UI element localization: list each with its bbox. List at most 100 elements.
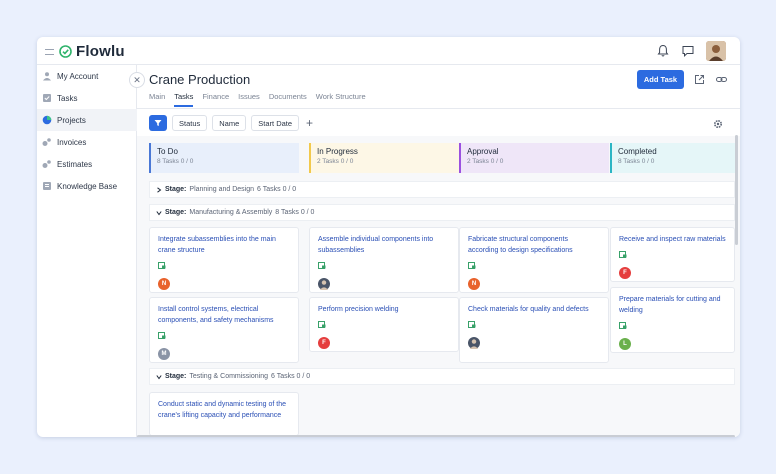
task-card[interactable]: Prepare materials for cutting and weldin… [610,287,735,353]
tabs-divider [137,108,740,109]
assignee-avatar[interactable] [318,278,330,290]
task-title[interactable]: Perform precision welding [318,304,450,315]
link-icon[interactable] [715,73,728,86]
page-title: Crane Production [149,72,251,87]
column-meta: 8 Tasks 0 / 0 [618,158,655,165]
sidebar-item-label: Tasks [57,93,78,103]
assignee-avatar[interactable]: M [158,348,170,360]
add-filter-button[interactable]: + [306,116,313,130]
user-icon [43,72,51,81]
sidebar-item-invoices[interactable]: Invoices [37,131,137,153]
column-header-completed: Completed 8 Tasks 0 / 0 [610,143,735,173]
knowledge-icon [43,182,51,190]
sidebar-item-label: Knowledge Base [57,181,118,191]
horizontal-scrollbar[interactable] [137,435,735,437]
filter-bar: Status Name Start Date + [149,115,313,131]
task-card[interactable]: Assemble individual components into suba… [309,227,459,293]
sidebar-item-estimates[interactable]: Estimates [37,153,137,175]
tab-bar: Main Tasks Finance Issues Documents Work… [149,92,375,107]
sidebar-item-label: Projects [57,115,86,125]
document-icon [158,262,166,269]
filter-button[interactable] [149,115,167,131]
task-card[interactable]: Conduct static and dynamic testing of th… [149,392,299,436]
column-name: Approval [467,147,499,156]
user-avatar[interactable] [706,41,726,61]
document-icon [158,332,166,339]
add-task-button[interactable]: Add Task [637,70,684,89]
document-icon [318,321,326,328]
document-icon [619,251,627,258]
app-window: Flowlu My Account Tasks Projects Invoice… [37,37,740,437]
stage-header-manufacturing[interactable]: Stage: Manufacturing & Assembly 8 Tasks … [149,204,735,221]
task-card[interactable]: Check materials for quality and defects [459,297,609,363]
bell-icon[interactable] [655,43,671,59]
tab-finance[interactable]: Finance [202,92,229,107]
document-icon [468,321,476,328]
task-card[interactable]: Receive and inspect raw materials F [610,227,735,282]
menu-icon[interactable] [45,49,54,55]
task-title[interactable]: Receive and inspect raw materials [619,234,726,245]
name-filter-button[interactable]: Name [212,115,247,131]
task-title[interactable]: Install control systems, electrical comp… [158,304,290,326]
assignee-avatar[interactable]: F [318,337,330,349]
stage-header-testing[interactable]: Stage: Testing & Commissioning 6 Tasks 0… [149,368,735,385]
stage-meta: 6 Tasks 0 / 0 [257,186,297,193]
task-title[interactable]: Check materials for quality and defects [468,304,600,315]
column-header-in-progress: In Progress 2 Tasks 0 / 0 [309,143,459,173]
tab-documents[interactable]: Documents [269,92,307,107]
kanban-board: To Do 8 Tasks 0 / 0 In Progress 2 Tasks … [137,136,740,437]
task-card[interactable]: Install control systems, electrical comp… [149,297,299,363]
task-card[interactable]: Integrate subassemblies into the main cr… [149,227,299,293]
stage-header-planning[interactable]: Stage: Planning and Design 6 Tasks 0 / 0 [149,181,735,198]
assignee-avatar[interactable] [468,337,480,349]
avatar-photo-icon [706,41,726,61]
document-icon [318,262,326,269]
vertical-scrollbar[interactable] [735,135,738,245]
assignee-avatar[interactable]: F [619,267,631,279]
task-title[interactable]: Conduct static and dynamic testing of th… [158,399,290,421]
tab-main[interactable]: Main [149,92,165,107]
assignee-avatar[interactable]: L [619,338,631,350]
logo-check-icon [59,45,72,58]
column-meta: 8 Tasks 0 / 0 [157,158,194,165]
app-logo[interactable]: Flowlu [59,43,125,60]
column-meta: 2 Tasks 0 / 0 [467,158,504,165]
assignee-avatar[interactable]: N [468,278,480,290]
main-content: Crane Production Add Task Main Tasks Fin… [137,65,740,437]
column-header-to-do: To Do 8 Tasks 0 / 0 [149,143,299,173]
assignee-avatar[interactable]: N [158,278,170,290]
sidebar-item-projects[interactable]: Projects [37,109,137,131]
sidebar-item-label: Invoices [57,137,87,147]
gear-icon[interactable] [713,119,723,129]
status-filter-button[interactable]: Status [172,115,208,131]
sidebar-item-tasks[interactable]: Tasks [37,87,137,109]
column-name: In Progress [317,147,358,156]
tab-work-structure[interactable]: Work Structure [316,92,366,107]
task-title[interactable]: Assemble individual components into suba… [318,234,450,256]
task-card[interactable]: Fabricate structural components accordin… [459,227,609,293]
document-icon [468,262,476,269]
task-title[interactable]: Integrate subassemblies into the main cr… [158,234,290,256]
sidebar-item-my-account[interactable]: My Account [37,65,137,87]
chevron-down-icon [156,210,162,215]
external-link-icon[interactable] [693,73,706,86]
stage-name: Testing & Commissioning [189,373,268,380]
tab-issues[interactable]: Issues [238,92,260,107]
column-header-approval: Approval 2 Tasks 0 / 0 [459,143,609,173]
chat-icon[interactable] [680,43,696,59]
task-title[interactable]: Fabricate structural components accordin… [468,234,600,256]
tab-tasks[interactable]: Tasks [174,92,194,107]
stage-prefix: Stage: [165,209,187,216]
start-date-filter-button[interactable]: Start Date [251,115,300,131]
sidebar: My Account Tasks Projects Invoices Estim… [37,65,137,437]
task-card[interactable]: Perform precision welding F [309,297,459,352]
sidebar-item-knowledge-base[interactable]: Knowledge Base [37,175,137,197]
stage-prefix: Stage: [165,373,187,380]
invoice-icon [42,138,51,146]
filter-icon [154,120,162,126]
document-icon [619,322,627,329]
person-photo-icon [469,339,479,349]
column-name: Completed [618,147,657,156]
close-icon[interactable]: ✕ [129,72,145,88]
task-title[interactable]: Prepare materials for cutting and weldin… [619,294,726,316]
